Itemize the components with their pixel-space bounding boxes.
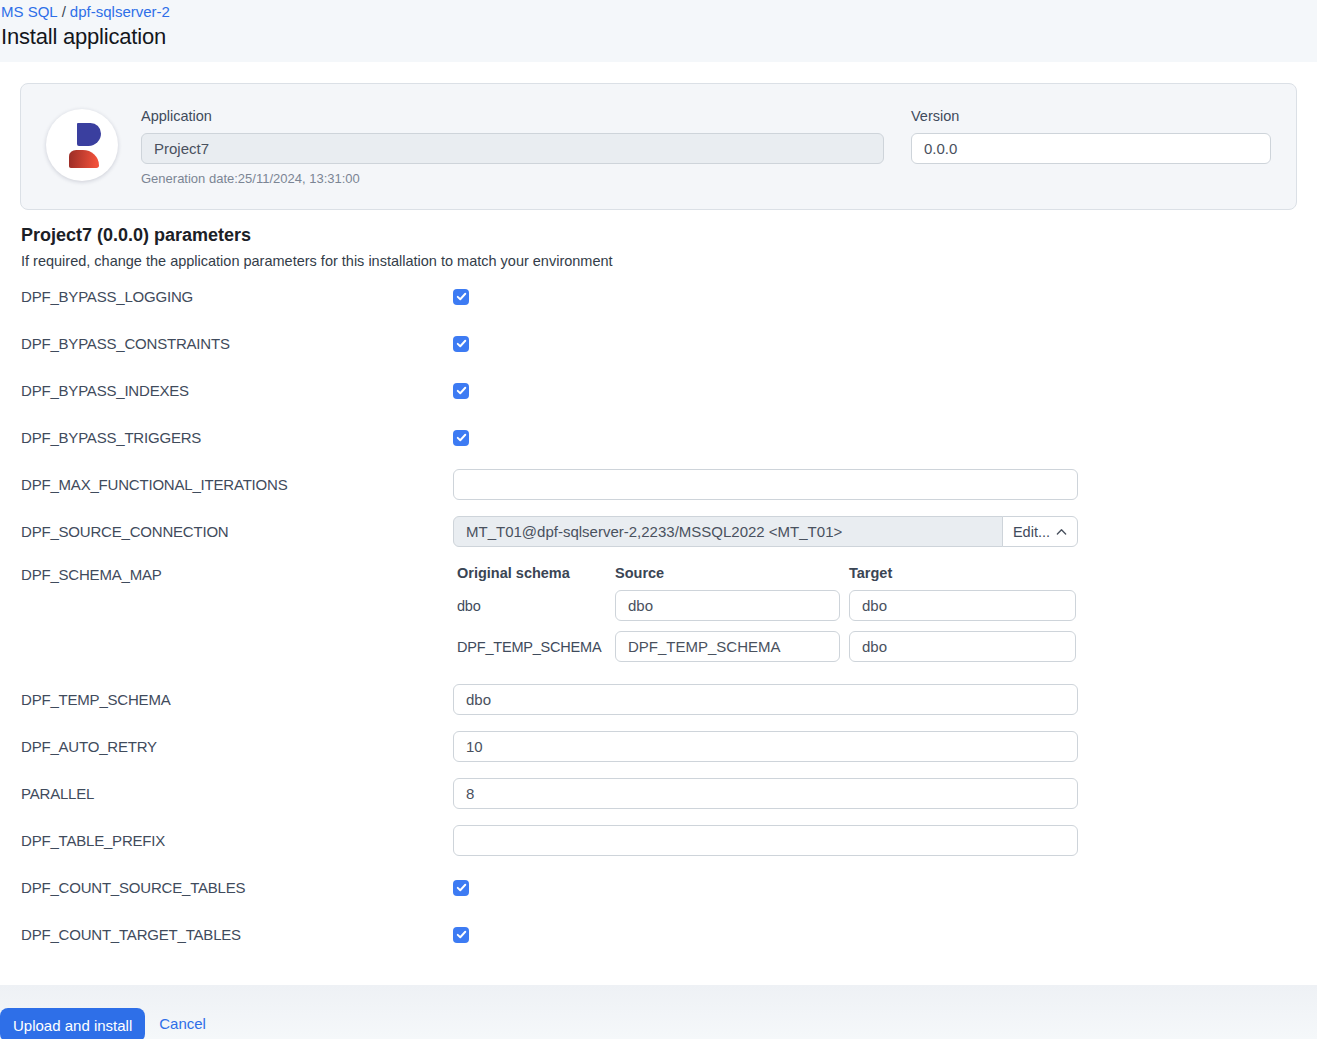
- parameters-title: Project7 (0.0.0) parameters: [21, 225, 1297, 246]
- schema-source-input[interactable]: [615, 590, 840, 621]
- application-input: [141, 133, 884, 164]
- parameters-subtitle: If required, change the application para…: [21, 253, 1297, 269]
- parameter-control: [453, 469, 1078, 500]
- checkmark-icon: [456, 291, 467, 302]
- cancel-link[interactable]: Cancel: [159, 1008, 206, 1039]
- parameter-control: Original schemaSourceTarget dbo DPF_TEMP_S…: [453, 563, 1078, 668]
- parameter-row-dpf-schema-map: DPF_SCHEMA_MAPOriginal schemaSourceTarge…: [20, 563, 1297, 668]
- schema-target-input[interactable]: [849, 590, 1076, 621]
- parameter-label: DPF_BYPASS_INDEXES: [20, 380, 453, 401]
- schema-original-name: dbo: [453, 598, 615, 614]
- dpf-count-target-tables-checkbox[interactable]: [453, 927, 469, 943]
- chevron-up-icon: [1056, 527, 1067, 536]
- breadcrumb-link-dpf-sqlserver-2[interactable]: dpf-sqlserver-2: [70, 3, 170, 20]
- dpf-bypass-logging-checkbox[interactable]: [453, 289, 469, 305]
- parameter-row-dpf-count-source-tables: DPF_COUNT_SOURCE_TABLES: [20, 872, 1297, 903]
- parameter-label: DPF_COUNT_SOURCE_TABLES: [20, 877, 453, 898]
- main-content: Application Generation date:25/11/2024, …: [0, 62, 1317, 950]
- schema-map-header-row: Original schemaSourceTarget: [453, 565, 1078, 581]
- parameter-control: [453, 927, 1078, 943]
- application-label: Application: [141, 108, 884, 124]
- parameters-list: DPF_BYPASS_LOGGING DPF_BYPASS_CONSTRAINTS…: [20, 281, 1297, 950]
- parameter-row-dpf-count-target-tables: DPF_COUNT_TARGET_TABLES: [20, 919, 1297, 950]
- dpf-count-source-tables-checkbox[interactable]: [453, 880, 469, 896]
- application-logo: [46, 109, 118, 181]
- upload-and-install-button[interactable]: Upload and install: [0, 1008, 145, 1039]
- parameter-control: Edit...: [453, 516, 1078, 547]
- application-card: Application Generation date:25/11/2024, …: [20, 83, 1297, 210]
- generation-date: Generation date:25/11/2024, 13:31:00: [141, 171, 884, 186]
- parameter-row-parallel: PARALLEL: [20, 778, 1297, 809]
- parameter-row-dpf-bypass-triggers: DPF_BYPASS_TRIGGERS: [20, 422, 1297, 453]
- checkmark-icon: [456, 929, 467, 940]
- parameter-row-dpf-bypass-logging: DPF_BYPASS_LOGGING: [20, 281, 1297, 312]
- logo-shape-bottom: [69, 150, 99, 168]
- parameter-control: [453, 289, 1078, 305]
- application-field-group: Application Generation date:25/11/2024, …: [141, 108, 884, 185]
- dpf-bypass-indexes-checkbox[interactable]: [453, 383, 469, 399]
- schema-map-row: dbo: [453, 590, 1078, 621]
- checkmark-icon: [456, 432, 467, 443]
- checkmark-icon: [456, 385, 467, 396]
- schema-map-header: Target: [849, 565, 1078, 581]
- logo-shape-top: [77, 123, 101, 146]
- parameter-control: [453, 684, 1078, 715]
- page-title: Install application: [1, 24, 1297, 50]
- breadcrumb-separator: /: [62, 3, 66, 20]
- parameter-label: DPF_TABLE_PREFIX: [20, 830, 453, 851]
- checkmark-icon: [456, 338, 467, 349]
- schema-map-header: Original schema: [453, 565, 615, 581]
- breadcrumb-link-ms-sql[interactable]: MS SQL: [1, 3, 58, 20]
- parameter-control: [453, 336, 1078, 352]
- parameter-label: DPF_AUTO_RETRY: [20, 736, 453, 757]
- dpf-table-prefix-input[interactable]: [453, 825, 1078, 856]
- schema-target-input[interactable]: [849, 631, 1076, 662]
- parameter-control: [453, 731, 1078, 762]
- parameter-label: DPF_MAX_FUNCTIONAL_ITERATIONS: [20, 474, 453, 495]
- parameter-row-dpf-source-connection: DPF_SOURCE_CONNECTION Edit...: [20, 516, 1297, 547]
- parameter-control: [453, 880, 1078, 896]
- parameter-label: PARALLEL: [20, 783, 453, 804]
- page-header: MS SQL/dpf-sqlserver-2 Install applicati…: [0, 0, 1317, 62]
- schema-original-name: DPF_TEMP_SCHEMA: [453, 639, 615, 655]
- parameter-control: [453, 825, 1078, 856]
- parameter-label: DPF_SCHEMA_MAP: [20, 563, 453, 585]
- source-connection-group: Edit...: [453, 516, 1078, 547]
- checkmark-icon: [456, 882, 467, 893]
- dpf-auto-retry-input[interactable]: [453, 731, 1078, 762]
- schema-map-header: Source: [615, 565, 849, 581]
- parameter-label: DPF_BYPASS_LOGGING: [20, 286, 453, 307]
- parameter-control: [453, 778, 1078, 809]
- version-label: Version: [911, 108, 1271, 124]
- parameter-label: DPF_SOURCE_CONNECTION: [20, 521, 453, 542]
- parameter-row-dpf-temp-schema: DPF_TEMP_SCHEMA: [20, 684, 1297, 715]
- parameter-control: [453, 383, 1078, 399]
- edit-connection-button-label: Edit...: [1013, 524, 1050, 540]
- parameter-row-dpf-bypass-indexes: DPF_BYPASS_INDEXES: [20, 375, 1297, 406]
- parameter-row-dpf-auto-retry: DPF_AUTO_RETRY: [20, 731, 1297, 762]
- parameter-label: DPF_TEMP_SCHEMA: [20, 689, 453, 710]
- parameter-label: DPF_BYPASS_CONSTRAINTS: [20, 333, 453, 354]
- parameter-row-dpf-table-prefix: DPF_TABLE_PREFIX: [20, 825, 1297, 856]
- schema-map-table: Original schemaSourceTarget dbo DPF_TEMP_S…: [453, 563, 1078, 668]
- version-input[interactable]: [911, 133, 1271, 164]
- parameter-row-dpf-max-functional-iterations: DPF_MAX_FUNCTIONAL_ITERATIONS: [20, 469, 1297, 500]
- parameter-row-dpf-bypass-constraints: DPF_BYPASS_CONSTRAINTS: [20, 328, 1297, 359]
- dpf-max-functional-iterations-input[interactable]: [453, 469, 1078, 500]
- parameter-control: [453, 430, 1078, 446]
- dpf-source-connection-input: [453, 516, 1003, 547]
- schema-source-input[interactable]: [615, 631, 840, 662]
- edit-connection-button[interactable]: Edit...: [1002, 516, 1078, 547]
- dpf-temp-schema-input[interactable]: [453, 684, 1078, 715]
- parameter-label: DPF_BYPASS_TRIGGERS: [20, 427, 453, 448]
- dpf-bypass-triggers-checkbox[interactable]: [453, 430, 469, 446]
- parameter-label: DPF_COUNT_TARGET_TABLES: [20, 924, 453, 945]
- version-field-group: Version: [911, 108, 1271, 185]
- breadcrumb: MS SQL/dpf-sqlserver-2: [1, 3, 1297, 20]
- schema-map-row: DPF_TEMP_SCHEMA: [453, 631, 1078, 662]
- parallel-input[interactable]: [453, 778, 1078, 809]
- footer-bar: Upload and install Cancel: [0, 985, 1317, 1039]
- dpf-bypass-constraints-checkbox[interactable]: [453, 336, 469, 352]
- install-application-page: MS SQL/dpf-sqlserver-2 Install applicati…: [0, 0, 1317, 1039]
